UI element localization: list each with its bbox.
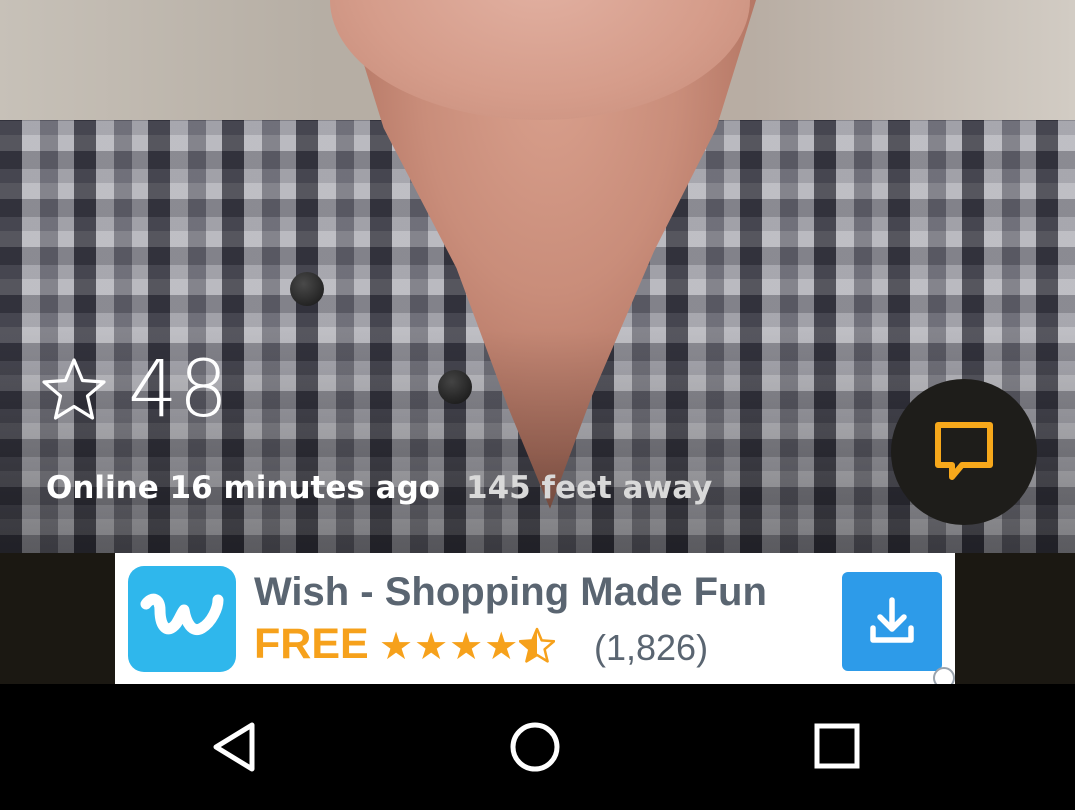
home-icon: [510, 722, 560, 772]
recents-icon: [814, 723, 860, 769]
half-star-icon: [519, 623, 556, 669]
recents-button[interactable]: [768, 684, 908, 810]
chat-bubble-icon: [935, 422, 993, 480]
download-icon: [870, 597, 914, 643]
shirt-button: [290, 272, 324, 306]
ad-price: FREE: [254, 620, 369, 668]
wish-logo-icon: [128, 566, 236, 672]
navigation-bar: [0, 684, 1075, 810]
back-icon: [213, 722, 255, 772]
distance-label: 145 feet away: [466, 470, 713, 506]
ad-info-icon[interactable]: [933, 667, 955, 684]
back-button[interactable]: [164, 684, 304, 810]
ad-download-button[interactable]: [842, 572, 942, 671]
ad-star-rating: ★★★★: [379, 623, 556, 669]
ad-review-count: (1,826): [594, 627, 709, 668]
ad-stars-full: ★★★★: [379, 624, 520, 668]
chat-button[interactable]: [891, 379, 1037, 525]
ad-banner[interactable]: Wish - Shopping Made Fun FREE ★★★★ (1,82…: [115, 553, 955, 684]
star-outline-icon[interactable]: [40, 356, 108, 424]
ad-title: Wish - Shopping Made Fun: [254, 570, 767, 614]
home-button[interactable]: [465, 684, 605, 810]
online-status: Online 16 minutes ago: [46, 470, 441, 506]
profile-rating: 48: [128, 345, 230, 435]
